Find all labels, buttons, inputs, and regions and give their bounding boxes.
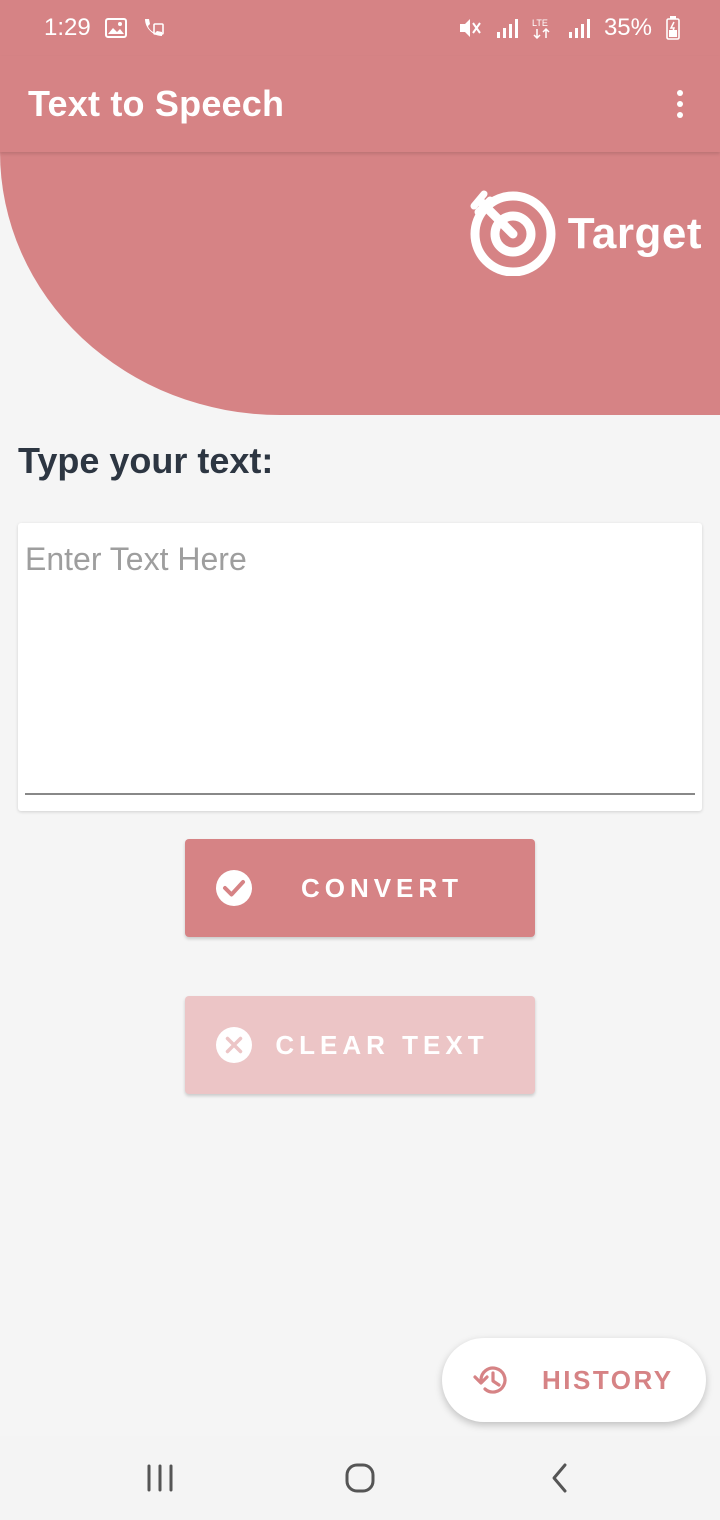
gallery-icon xyxy=(104,18,127,38)
target-icon xyxy=(468,186,558,281)
wifi-call-icon xyxy=(141,16,165,40)
target-logo: Target xyxy=(468,186,702,281)
battery-percent: 35% xyxy=(603,14,652,41)
x-circle-icon xyxy=(215,1026,253,1064)
history-label: HISTORY xyxy=(542,1364,674,1395)
back-icon[interactable] xyxy=(520,1448,600,1508)
more-vert-icon[interactable] xyxy=(668,84,692,124)
text-input-card xyxy=(18,523,702,811)
home-icon[interactable] xyxy=(320,1448,400,1508)
status-bar: 1:29 LTE 35% xyxy=(0,0,720,56)
app-bar: Text to Speech xyxy=(0,56,720,152)
convert-label: CONVERT xyxy=(300,872,464,903)
clear-text-label: CLEAR TEXT xyxy=(275,1029,489,1060)
input-prompt-label: Type your text: xyxy=(18,440,274,481)
recents-icon[interactable] xyxy=(120,1448,200,1508)
status-left: 1:29 xyxy=(44,14,165,42)
clear-text-button[interactable]: CLEAR TEXT xyxy=(185,996,535,1094)
status-time: 1:29 xyxy=(44,14,91,41)
battery-icon xyxy=(666,16,680,40)
check-circle-icon xyxy=(215,869,253,907)
signal-icon xyxy=(496,18,518,38)
lte-icon: LTE xyxy=(532,17,554,39)
history-button[interactable]: HISTORY xyxy=(442,1338,706,1422)
signal-icon xyxy=(568,18,590,38)
app-title: Text to Speech xyxy=(28,83,285,124)
history-icon xyxy=(472,1360,512,1400)
mute-icon xyxy=(458,17,482,39)
status-right: LTE 35% xyxy=(458,14,680,42)
system-nav-bar xyxy=(0,1436,720,1520)
svg-text:LTE: LTE xyxy=(532,18,548,28)
convert-button[interactable]: CONVERT xyxy=(185,839,535,937)
logo-text: Target xyxy=(567,208,702,258)
text-input[interactable] xyxy=(25,541,695,795)
